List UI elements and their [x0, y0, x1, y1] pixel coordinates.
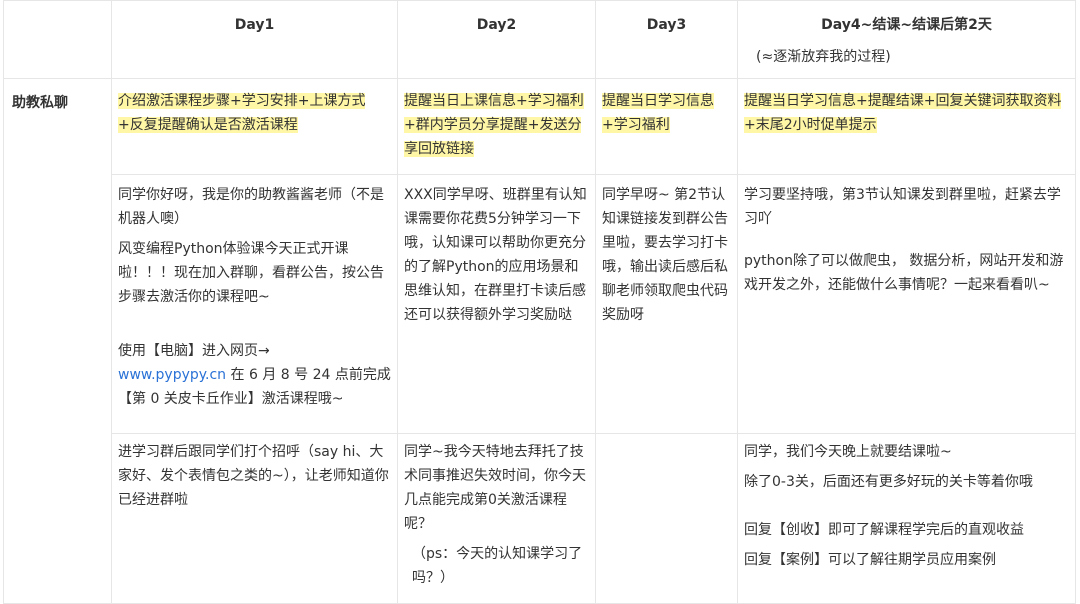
row-label: 助教私聊	[12, 95, 68, 111]
row2-day1-cell: 进学习群后跟同学们打个招呼（say hi、大家好、发个表情包之类的~），让老师知…	[111, 433, 398, 604]
row1-day2-cell: XXX同学早呀、班群里有认知课需要你花费5分钟学习一下哦，认知课可以帮助你更充分…	[397, 174, 596, 434]
header-day4-label: Day4~结课~结课后第2天	[821, 17, 992, 33]
schedule-table: Day1 Day2 Day3 Day4~结课~结课后第2天 (≈逐渐放弃我的过程…	[3, 0, 1076, 604]
row2-day4-text-4: 回复【案例】可以了解往期学员应用案例	[744, 552, 996, 568]
header-day3: Day3	[595, 0, 738, 79]
summary-day1-cell: 介绍激活课程步骤+学习安排+上课方式+反复提醒确认是否激活课程	[111, 78, 398, 175]
row1-day1-text-1: 同学你好呀，我是你的助教酱酱老师（不是机器人噢）	[118, 187, 384, 227]
row2-day4-cell: 同学，我们今天晚上就要结课啦~ 除了0-3关，后面还有更多好玩的关卡等着你哦 回…	[737, 433, 1076, 604]
summary-day1: 介绍激活课程步骤+学习安排+上课方式+反复提醒确认是否激活课程	[118, 93, 366, 133]
header-row: Day1 Day2 Day3 Day4~结课~结课后第2天 (≈逐渐放弃我的过程…	[3, 0, 1076, 79]
row1-day1-text-3: 使用【电脑】进入网页→ www.pypypy.cn 在 6 月 8 号 24 点…	[118, 339, 391, 411]
row2-day2-cell: 同学~我今天特地去拜托了技术同事推迟失效时间，你今天几点能完成第0关激活课程呢？…	[397, 433, 596, 604]
row1-day1-cell: 同学你好呀，我是你的助教酱酱老师（不是机器人噢） 风变编程Python体验课今天…	[111, 174, 398, 434]
pypypy-link[interactable]: www.pypypy.cn	[118, 367, 226, 383]
row2-day3-cell	[595, 433, 738, 604]
row1-day4-cell: 学习要坚持哦，第3节认知课发到群里啦，赶紧去学习吖 python除了可以做爬虫，…	[737, 174, 1076, 434]
header-day1: Day1	[111, 0, 398, 79]
row1-day3-text: 同学早呀~ 第2节认知课链接发到群公告里啦，要去学习打卡哦，输出读后感后私聊老师…	[602, 187, 728, 323]
header-day2-label: Day2	[476, 17, 517, 33]
row2-day2-text-1: 同学~我今天特地去拜托了技术同事推迟失效时间，你今天几点能完成第0关激活课程呢？	[404, 444, 586, 532]
summary-day4: 提醒当日学习信息+提醒结课+回复关键词获取资料+末尾2小时促单提示	[744, 93, 1062, 133]
summary-row: 助教私聊 介绍激活课程步骤+学习安排+上课方式+反复提醒确认是否激活课程 提醒当…	[3, 78, 1076, 604]
summary-day4-cell: 提醒当日学习信息+提醒结课+回复关键词获取资料+末尾2小时促单提示	[737, 78, 1076, 175]
row-label-cell: 助教私聊	[3, 78, 112, 604]
row2-day4-text-1: 同学，我们今天晚上就要结课啦~	[744, 444, 952, 460]
summary-day3-cell: 提醒当日学习信息+学习福利	[595, 78, 738, 175]
header-day4: Day4~结课~结课后第2天 (≈逐渐放弃我的过程)	[737, 0, 1076, 79]
header-day1-label: Day1	[234, 17, 275, 33]
row2-day4-text-3: 回复【创收】即可了解课程学完后的直观收益	[744, 522, 1024, 538]
row1-day3-cell: 同学早呀~ 第2节认知课链接发到群公告里啦，要去学习打卡哦，输出读后感后私聊老师…	[595, 174, 738, 434]
row2-day4-text-2: 除了0-3关，后面还有更多好玩的关卡等着你哦	[744, 474, 1033, 490]
row1-day2-text: XXX同学早呀、班群里有认知课需要你花费5分钟学习一下哦，认知课可以帮助你更充分…	[404, 187, 587, 323]
row1-day1-text-2: 风变编程Python体验课今天正式开课啦！！！现在加入群聊，看群公告，按公告步骤…	[118, 241, 384, 305]
message-row-1: 同学你好呀，我是你的助教酱酱老师（不是机器人噢） 风变编程Python体验课今天…	[4, 174, 1076, 434]
row1-day4-text-1: 学习要坚持哦，第3节认知课发到群里啦，赶紧去学习吖	[744, 187, 1061, 227]
header-day3-label: Day3	[646, 17, 687, 33]
header-empty-cell	[3, 0, 112, 79]
row1-day1-text-3a: 使用【电脑】进入网页→	[118, 343, 270, 359]
summary-day3: 提醒当日学习信息+学习福利	[602, 93, 714, 133]
row1-day4-text-2: python除了可以做爬虫， 数据分析，网站开发和游戏开发之外，还能做什么事情呢…	[744, 253, 1064, 293]
summary-day2-cell: 提醒当日上课信息+学习福利+群内学员分享提醒+发送分享回放链接	[397, 78, 596, 175]
message-row-2: 进学习群后跟同学们打个招呼（say hi、大家好、发个表情包之类的~），让老师知…	[4, 433, 1076, 604]
summary-day2: 提醒当日上课信息+学习福利+群内学员分享提醒+发送分享回放链接	[404, 93, 584, 157]
row2-day1-text: 进学习群后跟同学们打个招呼（say hi、大家好、发个表情包之类的~），让老师知…	[118, 444, 389, 508]
header-day4-subtitle: (≈逐渐放弃我的过程)	[756, 49, 891, 65]
header-day2: Day2	[397, 0, 596, 79]
row2-day2-text-2: （ps：今天的认知课学习了吗？）	[412, 546, 583, 586]
